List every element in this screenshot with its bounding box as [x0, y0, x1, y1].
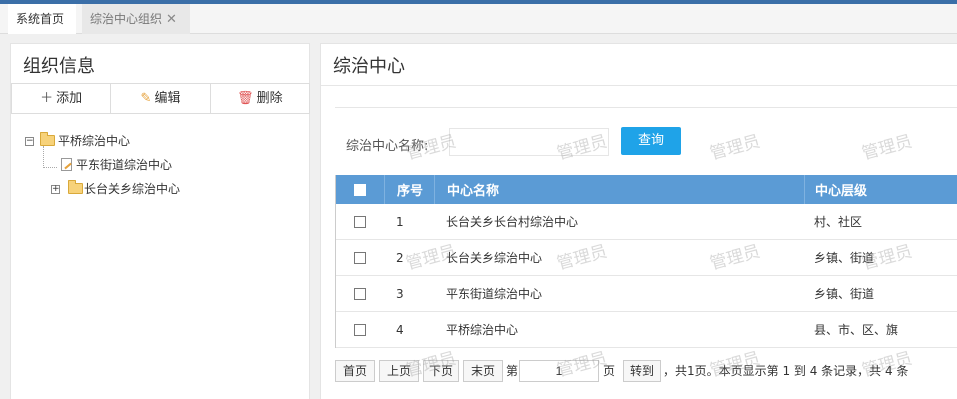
query-button[interactable]: 查询: [621, 127, 681, 155]
row-level: 村、社区: [814, 215, 863, 229]
page-number-input[interactable]: [519, 360, 599, 382]
tree-node-label: 平桥综治中心: [58, 134, 131, 148]
last-page-button[interactable]: 末页: [463, 360, 503, 382]
row-name: 平桥综治中心: [446, 323, 519, 337]
select-all-cell: [336, 175, 384, 204]
center-list-panel: 综治中心 综治中心名称: 查询 序号 中心名称 中心层级 1 长台关乡长台村综治…: [320, 43, 957, 399]
table-header: 序号 中心名称 中心层级: [336, 175, 957, 204]
panel-title: 组织信息: [23, 56, 95, 77]
row-name: 长台关乡长台村综治中心: [446, 215, 579, 229]
center-name-input[interactable]: [449, 128, 609, 156]
row-checkbox[interactable]: [354, 323, 366, 336]
column-header-level[interactable]: 中心层级: [804, 175, 957, 204]
tree-node-pingdong[interactable]: 平东街道综治中心: [25, 156, 225, 174]
edit-label: 编辑: [154, 91, 181, 106]
tree-node-label: 平东街道综治中心: [76, 158, 173, 172]
tree-node-changtaiguan[interactable]: + 长台关乡综治中心: [25, 180, 225, 198]
trash-icon: 🗑: [237, 91, 254, 106]
row-index: 3: [396, 286, 404, 301]
divider: [335, 107, 957, 108]
goto-page-button[interactable]: 转到: [623, 360, 661, 382]
row-select-cell: [336, 240, 384, 275]
page-summary: ，共1页。本页显示第 1 到 4 条记录，共 4 条: [663, 364, 909, 378]
row-index: 2: [396, 250, 404, 265]
close-icon[interactable]: ✕: [166, 12, 177, 27]
tree-node-pingqiao[interactable]: − 平桥综治中心: [25, 132, 225, 150]
delete-label: 删除: [256, 91, 283, 106]
row-level: 县、市、区、旗: [814, 323, 899, 337]
row-level: 乡镇、街道: [814, 251, 875, 265]
row-index: 4: [396, 322, 404, 337]
tab-bar: 系统首页 综治中心组织 ✕: [0, 4, 957, 34]
row-name: 平东街道综治中心: [446, 287, 543, 301]
tab-org-center[interactable]: 综治中心组织 ✕: [82, 4, 190, 34]
add-button[interactable]: ＋添加: [12, 84, 112, 113]
table-row[interactable]: 4 平桥综治中心 县、市、区、旗: [336, 312, 957, 348]
divider: [321, 85, 957, 86]
column-header-index: 序号: [384, 175, 434, 204]
row-name: 长台关乡综治中心: [446, 251, 543, 265]
table-row[interactable]: 2 长台关乡综治中心 乡镇、街道: [336, 240, 957, 276]
tab-home-label: 系统首页: [16, 12, 65, 26]
row-level: 乡镇、街道: [814, 287, 875, 301]
page-suffix: 页: [603, 364, 616, 378]
row-checkbox[interactable]: [354, 215, 366, 228]
row-checkbox[interactable]: [354, 251, 366, 264]
folder-icon: [40, 132, 55, 146]
pencil-icon: ✎: [140, 91, 152, 106]
row-select-cell: [336, 204, 384, 239]
first-page-button[interactable]: 首页: [335, 360, 375, 382]
tab-org-center-label: 综治中心组织: [90, 12, 163, 26]
plus-icon: ＋: [40, 91, 54, 106]
tab-home[interactable]: 系统首页: [8, 4, 76, 34]
select-all-checkbox[interactable]: [354, 183, 366, 196]
collapse-icon[interactable]: −: [25, 137, 34, 146]
org-info-panel: 组织信息 ＋添加 ✎ 编辑 🗑 删除 − 平桥综治中心 平东街道综治中心 + 长台关…: [10, 43, 310, 399]
row-select-cell: [336, 276, 384, 311]
search-label: 综治中心名称:: [346, 139, 429, 154]
expand-icon[interactable]: +: [51, 185, 60, 194]
next-page-button[interactable]: 下页: [423, 360, 459, 382]
column-header-name[interactable]: 中心名称: [434, 175, 804, 204]
panel-title: 综治中心: [333, 56, 405, 77]
row-index: 1: [396, 214, 404, 229]
row-select-cell: [336, 312, 384, 347]
tree-node-label: 长台关乡综治中心: [84, 182, 181, 196]
add-label: 添加: [56, 91, 83, 106]
document-icon: [61, 158, 72, 171]
center-table: 序号 中心名称 中心层级 1 长台关乡长台村综治中心 村、社区 2 长台关乡综治…: [335, 175, 957, 348]
page-prefix: 第: [506, 364, 519, 378]
table-row[interactable]: 3 平东街道综治中心 乡镇、街道: [336, 276, 957, 312]
edit-button[interactable]: ✎ 编辑: [111, 84, 211, 113]
folder-icon: [68, 180, 83, 194]
toolbar: ＋添加 ✎ 编辑 🗑 删除: [11, 83, 310, 114]
table-row[interactable]: 1 长台关乡长台村综治中心 村、社区: [336, 204, 957, 240]
prev-page-button[interactable]: 上页: [379, 360, 419, 382]
row-checkbox[interactable]: [354, 287, 366, 300]
delete-button[interactable]: 🗑 删除: [211, 84, 309, 113]
